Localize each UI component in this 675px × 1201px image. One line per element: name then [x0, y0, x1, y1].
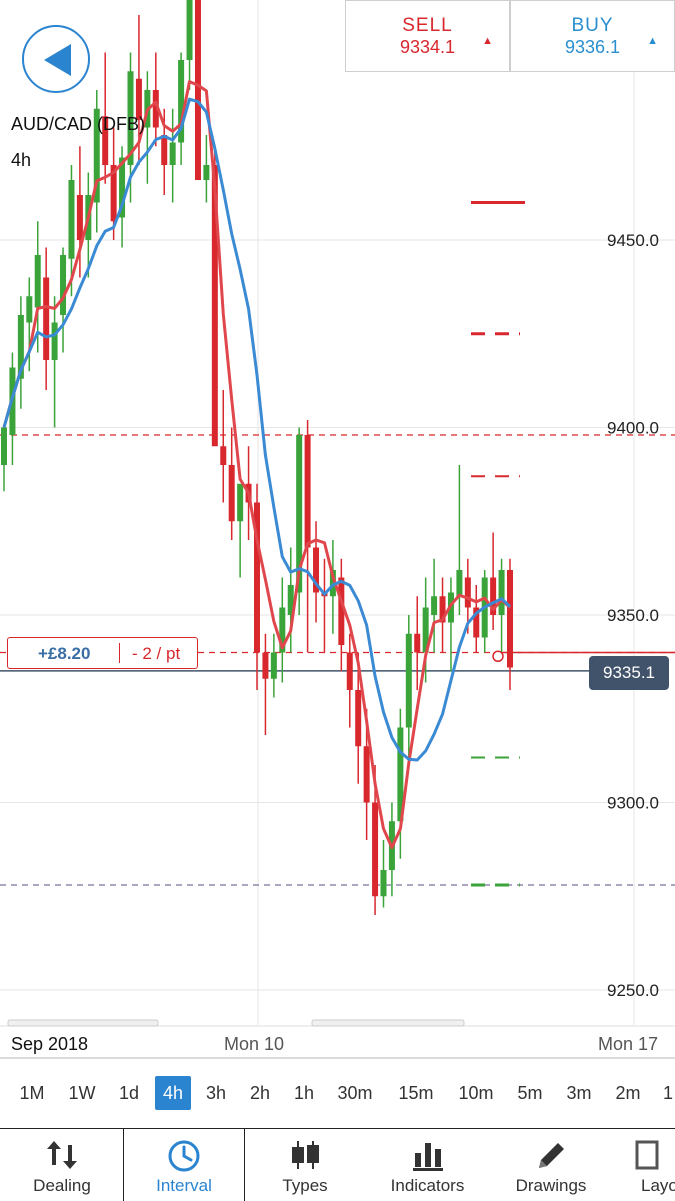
- candle-body: [498, 570, 505, 615]
- y-tick-label: 9450.0: [607, 231, 659, 250]
- interval-1[interactable]: 1: [650, 1076, 675, 1110]
- tab-label: Indicators: [390, 1176, 465, 1195]
- buy-button[interactable]: BUY 9336.1 ▲: [510, 0, 675, 72]
- date-label-mon-17: Mon 17: [598, 1034, 659, 1054]
- pencil-icon: [539, 1143, 564, 1168]
- candle-body: [1, 427, 7, 465]
- candle-body: [431, 596, 438, 615]
- candle-body: [270, 652, 277, 679]
- candle-body: [363, 746, 370, 803]
- last-price-marker: [492, 650, 504, 662]
- interval-4h[interactable]: 4h: [155, 1076, 191, 1110]
- buy-up-arrow-icon: ▲: [647, 35, 658, 47]
- price-chart[interactable]: 9450.09400.09350.09300.09250.0: [0, 0, 675, 1060]
- position-pnl: +£8.20: [38, 644, 91, 663]
- candle-body: [51, 322, 58, 360]
- candle-body: [405, 633, 412, 728]
- bar-chart-icon: [412, 1143, 443, 1171]
- candle-body: [372, 802, 379, 897]
- candle-body: [456, 570, 463, 597]
- candle-body: [220, 446, 227, 465]
- interval-1M[interactable]: 1M: [14, 1076, 50, 1110]
- sell-label: SELL: [402, 15, 453, 36]
- y-tick-label: 9250.0: [607, 981, 659, 1000]
- candle-body: [304, 435, 311, 548]
- current-price-tag: 9335.1: [589, 656, 669, 690]
- interval-15m[interactable]: 15m: [392, 1076, 440, 1110]
- sell-button[interactable]: SELL 9334.1 ▲: [345, 0, 510, 72]
- candle-body: [380, 870, 387, 897]
- timeframe-label: 4h: [11, 150, 32, 170]
- candles-icon: [292, 1141, 319, 1169]
- candle-body: [186, 0, 193, 60]
- date-label-mon-10: Mon 10: [224, 1034, 285, 1054]
- interval-10m[interactable]: 10m: [452, 1076, 500, 1110]
- candle-body: [194, 0, 201, 180]
- candle-body: [346, 652, 353, 690]
- interval-3h[interactable]: 3h: [198, 1076, 234, 1110]
- bottom-toolbar: Dealing Interval Types Indicators Drawin…: [0, 1128, 675, 1201]
- trade-panel: SELL 9334.1 ▲ BUY 9336.1 ▲: [345, 0, 675, 72]
- candle-body: [228, 465, 235, 522]
- y-tick-label: 9300.0: [607, 794, 659, 813]
- candle-body: [161, 135, 168, 165]
- interval-1W[interactable]: 1W: [64, 1076, 100, 1110]
- position-tag[interactable]: +£8.20 - 2 / pt: [7, 637, 198, 669]
- interval-1h[interactable]: 1h: [286, 1076, 322, 1110]
- instrument-name: AUD/CAD (DFB): [11, 114, 145, 134]
- scroll-handle: [7, 1019, 159, 1027]
- chart-area[interactable]: 9450.0 9400.0 9350.0 9300.0 9250.0: [0, 0, 675, 1060]
- interval-bar: 1M 1W 1d 4h 3h 2h 1h 30m 15m 10m 5m 3m 2m 1: [0, 1076, 675, 1114]
- tab-layout[interactable]: Layout: [612, 1129, 675, 1201]
- clock-icon: [168, 1140, 200, 1172]
- candle-body: [464, 577, 471, 608]
- candle-body: [169, 142, 176, 165]
- candle-body: [76, 195, 83, 240]
- candle-body: [68, 180, 75, 259]
- interval-5m[interactable]: 5m: [512, 1076, 548, 1110]
- interval-2h[interactable]: 2h: [242, 1076, 278, 1110]
- tab-label: Drawings: [515, 1176, 587, 1195]
- y-tick-label: 9350.0: [607, 606, 659, 625]
- buy-label: BUY: [571, 15, 614, 36]
- interval-3m[interactable]: 3m: [561, 1076, 597, 1110]
- tab-indicators[interactable]: Indicators: [365, 1129, 490, 1201]
- swap-arrows-icon: [47, 1141, 77, 1169]
- back-arrow-icon: [44, 44, 71, 76]
- candle-body: [43, 277, 50, 360]
- tab-dealing[interactable]: Dealing: [0, 1129, 124, 1201]
- tab-interval[interactable]: Interval: [123, 1129, 245, 1201]
- sell-up-arrow-icon: ▲: [482, 35, 493, 47]
- position-separator: [119, 643, 120, 663]
- tab-label: Interval: [156, 1176, 212, 1195]
- candle-body: [26, 296, 33, 323]
- tab-types[interactable]: Types: [245, 1129, 365, 1201]
- back-button[interactable]: [22, 25, 90, 93]
- candle-body: [237, 483, 244, 522]
- candle-body: [507, 570, 513, 668]
- tab-label: Dealing: [33, 1176, 91, 1195]
- scroll-handle: [311, 1019, 465, 1027]
- tab-label: Types: [282, 1176, 328, 1195]
- candle-body: [34, 255, 41, 308]
- candle-body: [355, 690, 362, 747]
- position-size: - 2 / pt: [132, 644, 181, 663]
- tab-drawings[interactable]: Drawings: [490, 1129, 612, 1201]
- candle-body: [60, 255, 67, 315]
- date-label-sep-2018: Sep 2018: [11, 1034, 89, 1054]
- candle-body: [414, 633, 421, 653]
- tab-label: Layout: [641, 1176, 675, 1195]
- candle-body: [262, 652, 269, 679]
- layout-icon: [635, 1140, 659, 1170]
- interval-1d[interactable]: 1d: [111, 1076, 147, 1110]
- interval-2m[interactable]: 2m: [610, 1076, 646, 1110]
- candle-body: [203, 165, 210, 180]
- interval-30m[interactable]: 30m: [331, 1076, 379, 1110]
